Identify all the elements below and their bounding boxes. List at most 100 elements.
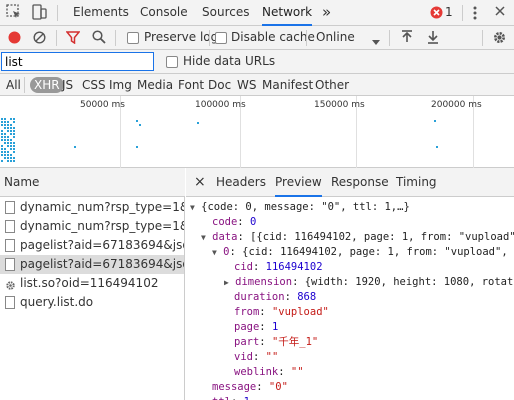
- json-line: ttl: 1: [212, 395, 250, 400]
- tab-console[interactable]: Console: [140, 0, 188, 26]
- expand-triangle-icon[interactable]: ▼: [190, 203, 195, 212]
- timeline-request-mark: [13, 160, 15, 162]
- type-filter-css[interactable]: CSS: [82, 77, 106, 93]
- timeline-request-mark: [7, 124, 9, 126]
- throttling-select[interactable]: Online: [316, 30, 355, 44]
- type-filter-xhr[interactable]: XHR: [30, 77, 64, 93]
- more-tabs-button[interactable]: »: [322, 0, 331, 26]
- json-root[interactable]: ▼ {code: 0, message: "0", ttl: 1,…}: [190, 200, 410, 216]
- json-key: data: [212, 231, 238, 243]
- json-key: page: [234, 321, 260, 333]
- divider: [389, 30, 390, 46]
- timeline-request-mark: [197, 122, 199, 124]
- request-row-selected[interactable]: pagelist?aid=67183694&jsonp...: [0, 255, 184, 274]
- more-options-icon[interactable]: [472, 5, 478, 24]
- timeline-request-mark: [434, 120, 436, 122]
- tab-preview[interactable]: Preview: [275, 168, 322, 197]
- close-devtools-icon[interactable]: [494, 5, 506, 20]
- error-icon[interactable]: [430, 6, 443, 22]
- timeline-request-mark: [1, 145, 3, 147]
- timeline-request-mark: [4, 121, 6, 123]
- type-filter-all[interactable]: All: [6, 77, 21, 93]
- request-row[interactable]: query.list.do: [0, 293, 184, 312]
- timeline-request-mark: [4, 139, 6, 141]
- timeline-request-mark: [4, 151, 6, 153]
- chevron-down-icon[interactable]: [372, 35, 380, 49]
- timeline-request-mark: [13, 127, 15, 129]
- tab-elements[interactable]: Elements: [73, 0, 129, 26]
- tab-headers[interactable]: Headers: [216, 168, 266, 197]
- expand-triangle-icon[interactable]: ▼: [201, 233, 206, 242]
- preserve-log-label[interactable]: Preserve log: [144, 30, 218, 44]
- type-filter-js[interactable]: JS: [62, 77, 73, 93]
- timeline-request-mark: [136, 120, 138, 122]
- timeline-request-mark: [7, 121, 9, 123]
- timeline-request-mark: [10, 139, 12, 141]
- import-har-icon[interactable]: [400, 30, 414, 47]
- json-key: from: [234, 306, 260, 318]
- filter-input[interactable]: [1, 52, 154, 71]
- divider: [482, 30, 483, 46]
- json-key: message: [212, 381, 257, 393]
- hide-data-urls-checkbox[interactable]: [166, 56, 178, 68]
- network-overview-timeline[interactable]: 50000 ms 100000 ms 150000 ms 200000 ms: [0, 96, 514, 168]
- type-filter-img[interactable]: Img: [109, 77, 132, 93]
- timeline-request-mark: [4, 118, 6, 120]
- timeline-request-mark: [7, 157, 9, 159]
- search-icon[interactable]: [92, 30, 106, 47]
- timeline-request-mark: [1, 160, 3, 162]
- gear-icon[interactable]: [492, 30, 507, 48]
- tab-timing[interactable]: Timing: [396, 168, 437, 197]
- request-list: Name dynamic_num?rsp_type=1&ui... dynami…: [0, 168, 185, 400]
- json-line[interactable]: ▶ dimension: {width: 1920, height: 1080,…: [224, 275, 514, 291]
- name-column-header[interactable]: Name: [0, 168, 185, 197]
- timeline-request-mark: [7, 154, 9, 156]
- request-row[interactable]: dynamic_num?rsp_type=1&ui...: [0, 217, 184, 236]
- json-line[interactable]: ▼ 0: {cid: 116494102, page: 1, from: "vu…: [212, 245, 514, 261]
- json-value: "": [265, 351, 279, 363]
- device-toolbar-icon[interactable]: [31, 4, 47, 23]
- type-filter-font[interactable]: Font: [178, 77, 204, 93]
- close-detail-button[interactable]: ×: [194, 168, 206, 197]
- json-line[interactable]: ▼ data: [{cid: 116494102, page: 1, from:…: [201, 230, 514, 246]
- inspect-element-icon[interactable]: [6, 4, 22, 23]
- timeline-request-mark: [10, 157, 12, 159]
- type-filter-media[interactable]: Media: [137, 77, 173, 93]
- error-count[interactable]: 1: [445, 0, 453, 26]
- export-har-icon[interactable]: [426, 30, 440, 47]
- request-row[interactable]: list.so?oid=116494102: [0, 274, 184, 293]
- disable-cache-label[interactable]: Disable cache: [231, 30, 315, 44]
- json-line: cid: 116494102: [234, 261, 323, 273]
- json-key: 0: [223, 246, 230, 258]
- json-line: message: "0": [212, 381, 288, 393]
- timeline-request-mark: [13, 133, 15, 135]
- expand-triangle-icon[interactable]: ▶: [224, 278, 229, 287]
- request-name: query.list.do: [20, 295, 94, 309]
- request-row[interactable]: pagelist?aid=67183694&jsonp...: [0, 236, 184, 255]
- timeline-request-mark: [4, 127, 6, 129]
- preserve-log-checkbox[interactable]: [127, 32, 139, 44]
- timeline-request-mark: [7, 142, 9, 144]
- timeline-request-mark: [10, 118, 12, 120]
- expand-triangle-icon[interactable]: ▼: [212, 248, 217, 257]
- record-icon[interactable]: [8, 31, 21, 47]
- hide-data-urls-label[interactable]: Hide data URLs: [183, 54, 275, 68]
- type-filter-doc[interactable]: Doc: [208, 77, 231, 93]
- request-name: dynamic_num?rsp_type=1&ui...: [20, 200, 184, 214]
- timeline-request-mark: [7, 160, 9, 162]
- tab-network[interactable]: Network: [262, 0, 313, 26]
- json-value: "0": [268, 381, 288, 393]
- type-filter-manifest[interactable]: Manifest: [262, 77, 313, 93]
- clear-icon[interactable]: [33, 31, 46, 47]
- type-filter-other[interactable]: Other: [315, 77, 349, 93]
- request-name: dynamic_num?rsp_type=1&ui...: [20, 219, 184, 233]
- json-line: part: "千年_1": [234, 336, 319, 348]
- tab-response[interactable]: Response: [331, 168, 389, 197]
- filter-icon[interactable]: [65, 31, 81, 47]
- disable-cache-checkbox[interactable]: [215, 32, 227, 44]
- json-root-summary: {code: 0, message: "0", ttl: 1,…}: [201, 201, 410, 213]
- request-row[interactable]: dynamic_num?rsp_type=1&ui...: [0, 198, 184, 217]
- tab-sources[interactable]: Sources: [202, 0, 249, 26]
- json-value: 1: [271, 321, 279, 333]
- type-filter-ws[interactable]: WS: [237, 77, 256, 93]
